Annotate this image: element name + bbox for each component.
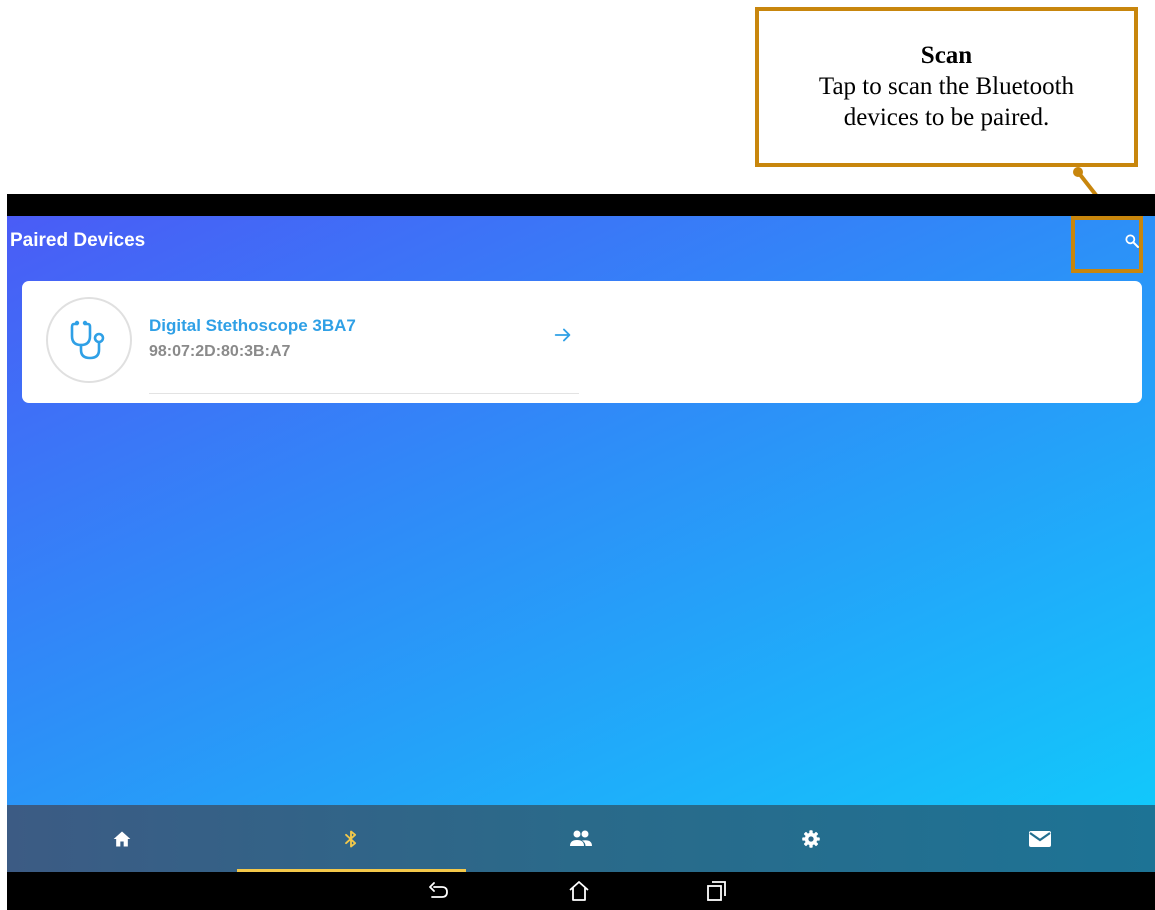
page-title: Paired Devices — [10, 230, 146, 251]
mail-icon — [1029, 830, 1052, 847]
paired-devices-page: Paired Devices Digital Stethoscope 3BA7 … — [7, 216, 1155, 805]
device-address: 98:07:2D:80:3B:A7 — [149, 343, 291, 360]
tab-mail[interactable] — [925, 805, 1155, 872]
settings-icon — [801, 829, 820, 848]
device-screen: Paired Devices Digital Stethoscope 3BA7 … — [7, 194, 1155, 910]
back-icon[interactable] — [427, 879, 451, 903]
tab-settings[interactable] — [696, 805, 926, 872]
device-avatar — [46, 297, 132, 383]
device-name: Digital Stethoscope 3BA7 — [149, 316, 356, 335]
bluetooth-icon — [345, 830, 357, 847]
home-icon — [113, 831, 131, 846]
tab-bluetooth[interactable] — [236, 805, 467, 872]
tab-home[interactable] — [7, 805, 237, 872]
scan-highlight-box — [1071, 216, 1143, 273]
home-nav-icon[interactable] — [567, 879, 591, 903]
stethoscope-icon — [70, 320, 105, 360]
system-nav-bar — [7, 872, 1155, 910]
status-bar — [7, 194, 1155, 216]
tab-people[interactable] — [466, 805, 696, 872]
people-icon — [569, 830, 592, 846]
device-card[interactable]: Digital Stethoscope 3BA7 98:07:2D:80:3B:… — [22, 281, 1142, 403]
divider — [149, 393, 579, 394]
recent-apps-icon[interactable] — [704, 879, 728, 903]
bottom-tab-bar — [7, 805, 1155, 872]
arrow-right-icon[interactable] — [552, 324, 574, 346]
